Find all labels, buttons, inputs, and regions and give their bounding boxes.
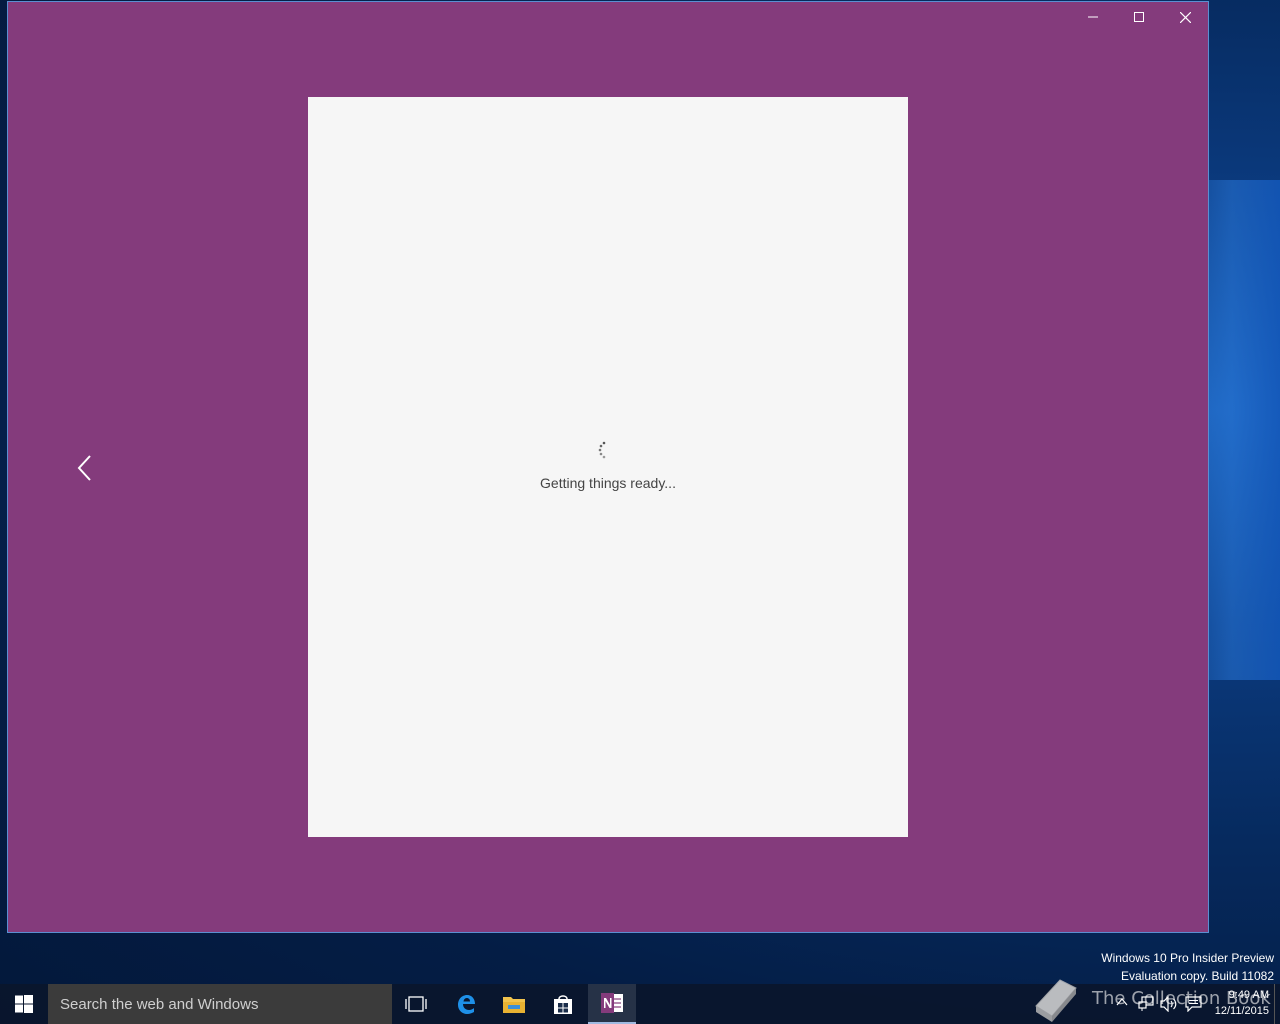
file-explorer-button[interactable] bbox=[490, 984, 538, 1024]
chevron-left-icon bbox=[77, 455, 91, 481]
loading-spinner-icon bbox=[598, 441, 606, 459]
show-desktop-button[interactable] bbox=[1274, 984, 1280, 1024]
brand-text: The Collection Book bbox=[1092, 988, 1271, 1009]
file-explorer-icon bbox=[503, 997, 525, 1013]
start-icon bbox=[15, 995, 33, 1013]
task-view-button[interactable] bbox=[392, 984, 440, 1024]
task-view-icon bbox=[405, 996, 427, 1012]
taskbar: Search the web and Windows 9:49 AM 12/11… bbox=[0, 984, 1280, 1024]
store-button[interactable] bbox=[539, 984, 587, 1024]
search-box[interactable]: Search the web and Windows bbox=[48, 984, 392, 1024]
app-window: Getting things ready... bbox=[7, 1, 1209, 933]
onenote-icon bbox=[601, 993, 623, 1013]
search-placeholder: Search the web and Windows bbox=[60, 995, 259, 1013]
watermark-line-2: Evaluation copy. Build 11082 bbox=[1121, 969, 1274, 983]
edge-icon bbox=[458, 995, 475, 1014]
minimize-button[interactable] bbox=[1070, 2, 1116, 32]
minimize-icon bbox=[1088, 16, 1098, 18]
loading-text: Getting things ready... bbox=[540, 475, 676, 491]
back-button[interactable] bbox=[74, 454, 94, 482]
store-icon bbox=[554, 995, 572, 1014]
book-icon bbox=[1035, 979, 1077, 1022]
start-button[interactable] bbox=[0, 984, 48, 1024]
maximize-button[interactable] bbox=[1116, 2, 1162, 32]
onenote-button[interactable] bbox=[588, 984, 636, 1024]
edge-button[interactable] bbox=[442, 984, 490, 1024]
maximize-icon bbox=[1134, 12, 1144, 22]
title-bar-controls bbox=[1070, 2, 1208, 32]
page-card: Getting things ready... bbox=[308, 97, 908, 837]
watermark-line-1: Windows 10 Pro Insider Preview bbox=[1101, 951, 1274, 965]
windows-watermark: Windows 10 Pro Insider Preview Evaluatio… bbox=[1101, 949, 1274, 985]
close-button[interactable] bbox=[1162, 2, 1208, 32]
close-icon bbox=[1179, 11, 1191, 23]
